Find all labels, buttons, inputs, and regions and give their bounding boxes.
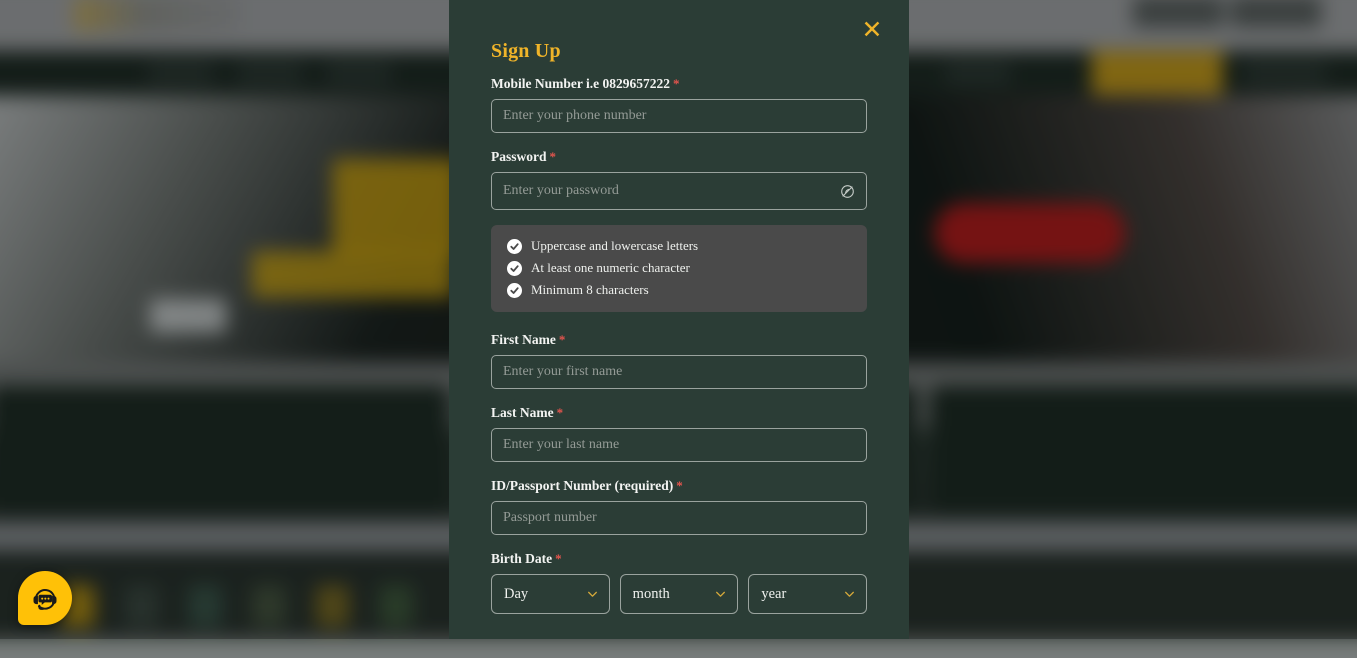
birth-year-wrapper: year	[748, 574, 867, 614]
birth-day-wrapper: Day	[491, 574, 610, 614]
first-name-input[interactable]	[491, 355, 867, 389]
password-input-wrapper	[491, 172, 867, 210]
field-first-name: First Name*	[491, 332, 867, 389]
birth-date-selects: Day month year	[491, 574, 867, 614]
first-name-label-text: First Name	[491, 332, 556, 347]
field-birth-date: Birth Date* Day month	[491, 551, 867, 614]
mobile-number-label-text: Mobile Number i.e 0829657222	[491, 76, 670, 91]
signup-modal: ✕ Sign Up Mobile Number i.e 0829657222* …	[449, 0, 909, 639]
id-passport-input[interactable]	[491, 501, 867, 535]
password-input[interactable]	[491, 172, 867, 210]
required-marker: *	[673, 76, 680, 91]
birth-month-select[interactable]: month	[620, 574, 739, 614]
field-last-name: Last Name*	[491, 405, 867, 462]
password-requirements-box: Uppercase and lowercase letters At least…	[491, 225, 867, 312]
check-circle-icon	[507, 239, 522, 254]
check-circle-icon	[507, 261, 522, 276]
chat-support-widget[interactable]	[18, 571, 72, 625]
password-label: Password*	[491, 149, 867, 165]
birth-date-label-text: Birth Date	[491, 551, 552, 566]
password-rule-item: Uppercase and lowercase letters	[507, 238, 851, 254]
required-marker: *	[555, 551, 562, 566]
last-name-label: Last Name*	[491, 405, 867, 421]
page-title: Sign Up	[491, 40, 867, 63]
password-rule-item: Minimum 8 characters	[507, 282, 851, 298]
check-circle-icon	[507, 283, 522, 298]
chat-headset-icon	[31, 584, 59, 612]
eye-off-icon[interactable]	[837, 181, 857, 201]
required-marker: *	[557, 405, 564, 420]
first-name-label: First Name*	[491, 332, 867, 348]
password-rule-text: Uppercase and lowercase letters	[531, 238, 698, 254]
signup-form: Sign Up Mobile Number i.e 0829657222* Pa…	[449, 0, 909, 639]
background-footer	[0, 638, 1357, 658]
id-passport-label: ID/Passport Number (required)*	[491, 478, 867, 494]
birth-date-label: Birth Date*	[491, 551, 867, 567]
field-mobile-number: Mobile Number i.e 0829657222*	[491, 76, 867, 133]
last-name-input[interactable]	[491, 428, 867, 462]
password-rule-text: Minimum 8 characters	[531, 282, 649, 298]
birth-year-select[interactable]: year	[748, 574, 867, 614]
id-passport-label-text: ID/Passport Number (required)	[491, 478, 673, 493]
last-name-label-text: Last Name	[491, 405, 554, 420]
password-rule-item: At least one numeric character	[507, 260, 851, 276]
password-rule-text: At least one numeric character	[531, 260, 690, 276]
required-marker: *	[676, 478, 683, 493]
password-label-text: Password	[491, 149, 547, 164]
field-id-passport: ID/Passport Number (required)*	[491, 478, 867, 535]
required-marker: *	[559, 332, 566, 347]
mobile-number-label: Mobile Number i.e 0829657222*	[491, 76, 867, 92]
field-password: Password*	[491, 149, 867, 210]
birth-day-select[interactable]: Day	[491, 574, 610, 614]
mobile-number-input[interactable]	[491, 99, 867, 133]
required-marker: *	[550, 149, 557, 164]
birth-month-wrapper: month	[620, 574, 739, 614]
